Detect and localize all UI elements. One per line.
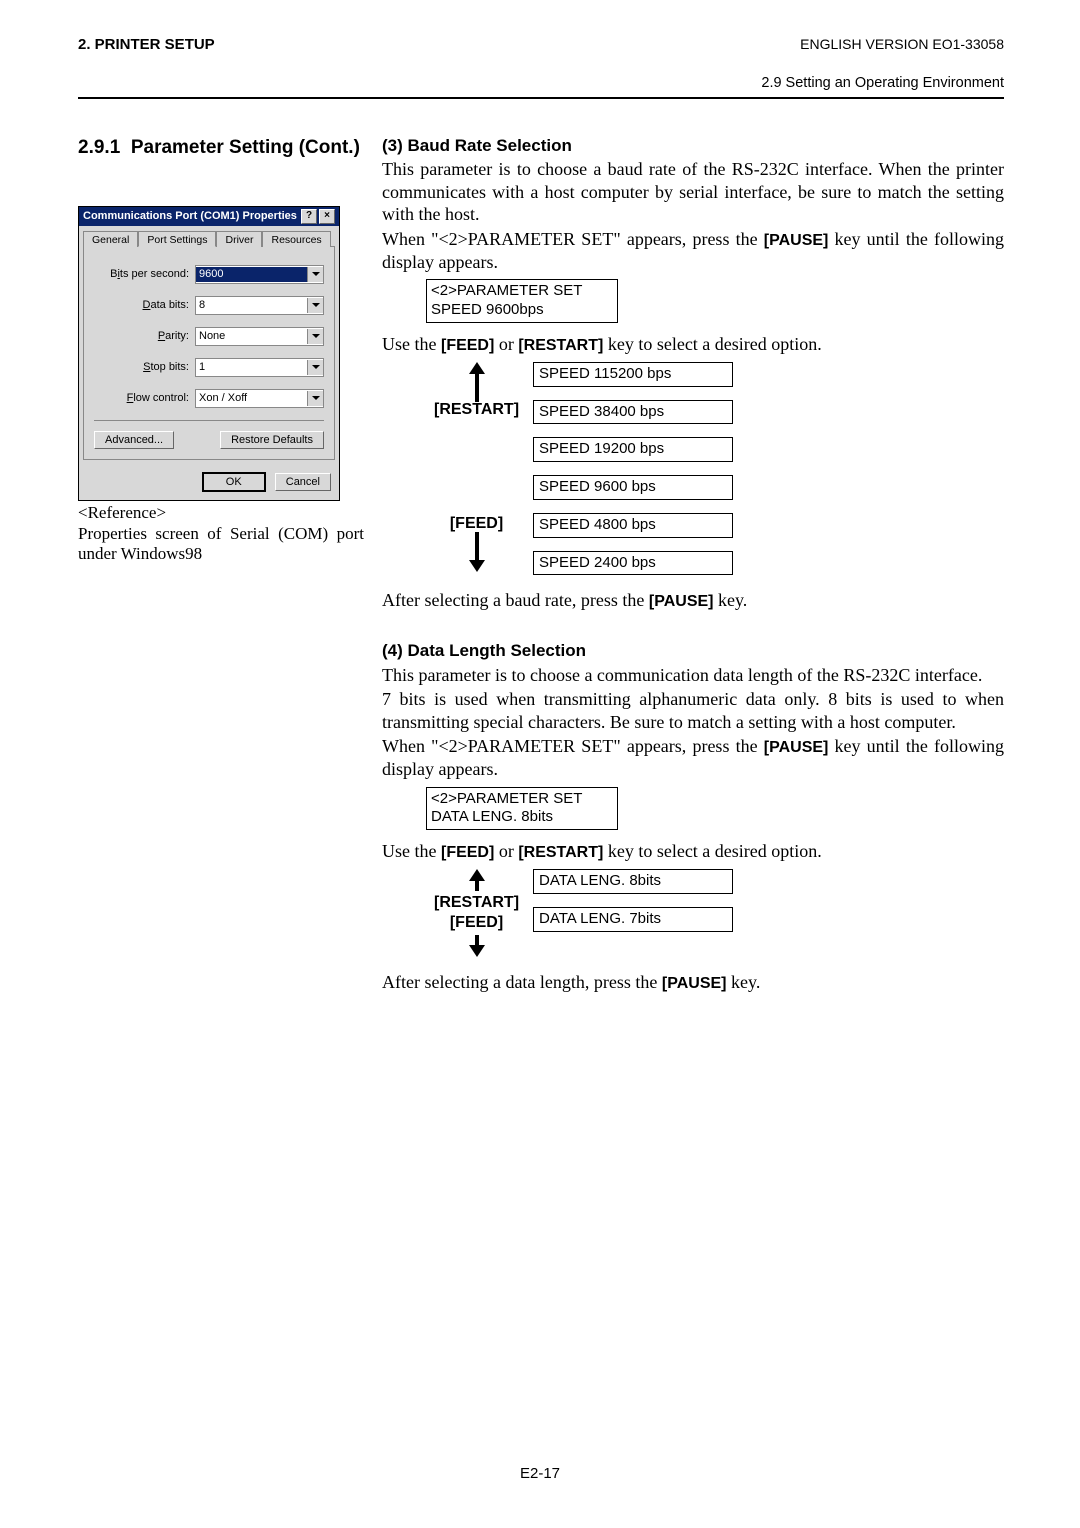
data-length-after: After selecting a data length, press the… [382, 971, 1004, 994]
page-header: 2. PRINTER SETUP ENGLISH VERSION EO1-330… [78, 36, 1004, 53]
lcd-line: SPEED 9600bps [431, 301, 613, 320]
baud-rate-p2: When "<2>PARAMETER SET" appears, press t… [382, 228, 1004, 274]
dialog-panel: Bits per second: 9600 Data bits: 8 [83, 246, 335, 460]
arrow-up-icon [467, 362, 487, 402]
baud-rate-feedrestart: Use the [FEED] or [RESTART] key to selec… [382, 333, 1004, 356]
data-length-options: [RESTART] [FEED] DATA LENG. 8bits DATA L… [434, 869, 1004, 957]
section-path: 2.9 Setting an Operating Environment [78, 75, 1004, 91]
baud-rate-p1: This parameter is to choose a baud rate … [382, 158, 1004, 226]
value-stop-bits: 1 [196, 360, 307, 375]
help-icon[interactable]: ? [301, 209, 317, 224]
arrow-up-icon [467, 869, 487, 891]
select-parity[interactable]: None [195, 327, 324, 346]
option-item: DATA LENG. 7bits [533, 907, 733, 932]
section-title-text: Parameter Setting (Cont.) [131, 137, 360, 158]
feed-label: [FEED] [450, 915, 503, 931]
data-length-option-list: DATA LENG. 8bits DATA LENG. 7bits [533, 869, 733, 932]
value-parity: None [196, 329, 307, 344]
restore-defaults-button[interactable]: Restore Defaults [220, 431, 324, 449]
data-length-lcd: <2>PARAMETER SET DATA LENG. 8bits [426, 787, 618, 831]
select-stop-bits[interactable]: 1 [195, 358, 324, 377]
dialog-bottom-buttons: OK Cancel [79, 464, 339, 500]
nav-arrows: [RESTART] [FEED] [434, 869, 519, 957]
chapter-title: 2. PRINTER SETUP [78, 36, 215, 53]
select-bps[interactable]: 9600 [195, 265, 324, 284]
ok-button[interactable]: OK [202, 472, 266, 492]
dialog-mid-buttons: Advanced... Restore Defaults [94, 431, 324, 449]
restart-label: [RESTART] [434, 895, 519, 911]
close-icon[interactable]: × [319, 209, 335, 224]
baud-option-list: SPEED 115200 bps SPEED 38400 bps SPEED 1… [533, 362, 733, 576]
label-data-bits: Data bits: [94, 299, 195, 311]
right-column: (3) Baud Rate Selection This parameter i… [382, 135, 1004, 996]
data-length-p1: This parameter is to choose a communicat… [382, 664, 1004, 687]
arrow-down-icon [467, 532, 487, 572]
section-number-title: 2.9.1 Parameter Setting (Cont.) [78, 135, 364, 162]
select-data-bits[interactable]: 8 [195, 296, 324, 315]
label-stop-bits: Stop bits: [94, 361, 195, 373]
chevron-down-icon[interactable] [307, 329, 323, 344]
data-length-feedrestart: Use the [FEED] or [RESTART] key to selec… [382, 840, 1004, 863]
arrow-down-icon [467, 935, 487, 957]
cancel-button[interactable]: Cancel [275, 473, 331, 491]
tab-resources[interactable]: Resources [262, 231, 330, 247]
option-item: SPEED 4800 bps [533, 513, 733, 538]
option-item: SPEED 19200 bps [533, 437, 733, 462]
field-bps: Bits per second: 9600 [94, 265, 324, 284]
dialog-title: Communications Port (COM1) Properties [83, 210, 297, 222]
baud-rate-options: [RESTART] [FEED] SPEED 115200 bps SPEED … [434, 362, 1004, 576]
page: 2. PRINTER SETUP ENGLISH VERSION EO1-330… [0, 0, 1080, 1528]
data-length-title: (4) Data Length Selection [382, 640, 1004, 661]
nav-arrows: [RESTART] [FEED] [434, 362, 519, 572]
baud-rate-lcd: <2>PARAMETER SET SPEED 9600bps [426, 279, 618, 323]
value-bps: 9600 [196, 267, 307, 282]
select-flow-control[interactable]: Xon / Xoff [195, 389, 324, 408]
section-number: 2.9.1 [78, 137, 120, 158]
dialog-separator [94, 420, 324, 421]
option-item: SPEED 115200 bps [533, 362, 733, 387]
chevron-down-icon[interactable] [307, 267, 323, 282]
body: 2.9.1 Parameter Setting (Cont.) Communic… [78, 135, 1004, 996]
option-item: SPEED 38400 bps [533, 400, 733, 425]
field-stop-bits: Stop bits: 1 [94, 358, 324, 377]
com-port-dialog: Communications Port (COM1) Properties ? … [78, 206, 340, 501]
document-id: ENGLISH VERSION EO1-33058 [800, 36, 1004, 52]
advanced-button[interactable]: Advanced... [94, 431, 174, 449]
lcd-line: <2>PARAMETER SET [431, 282, 613, 301]
dialog-tabstrip: General Port Settings Driver Resources [83, 230, 335, 246]
baud-rate-after: After selecting a baud rate, press the [… [382, 589, 1004, 612]
left-column: 2.9.1 Parameter Setting (Cont.) Communic… [78, 135, 364, 996]
label-flow-control: Flow control: [94, 392, 195, 404]
page-number: E2-17 [0, 1465, 1080, 1482]
feed-label: [FEED] [450, 516, 503, 532]
reference-label: <Reference> [78, 503, 364, 523]
option-item: SPEED 9600 bps [533, 475, 733, 500]
field-data-bits: Data bits: 8 [94, 296, 324, 315]
lcd-line: DATA LENG. 8bits [431, 808, 613, 827]
field-flow-control: Flow control: Xon / Xoff [94, 389, 324, 408]
option-item: DATA LENG. 8bits [533, 869, 733, 894]
reference-text: Properties screen of Serial (COM) port u… [78, 524, 364, 563]
tab-driver[interactable]: Driver [216, 231, 262, 247]
chevron-down-icon[interactable] [307, 360, 323, 375]
data-length-p3: When "<2>PARAMETER SET" appears, press t… [382, 735, 1004, 781]
label-bps: Bits per second: [94, 268, 195, 280]
option-item: SPEED 2400 bps [533, 551, 733, 576]
value-flow-control: Xon / Xoff [196, 391, 307, 406]
field-parity: Parity: None [94, 327, 324, 346]
tab-general[interactable]: General [83, 231, 138, 247]
chevron-down-icon[interactable] [307, 298, 323, 313]
header-rule [78, 97, 1004, 99]
dialog-titlebar: Communications Port (COM1) Properties ? … [79, 207, 339, 226]
value-data-bits: 8 [196, 298, 307, 313]
lcd-line: <2>PARAMETER SET [431, 790, 613, 809]
tab-port-settings[interactable]: Port Settings [138, 231, 216, 247]
baud-rate-title: (3) Baud Rate Selection [382, 135, 1004, 156]
restart-label: [RESTART] [434, 402, 519, 418]
titlebar-buttons: ? × [301, 209, 335, 224]
label-parity: Parity: [94, 330, 195, 342]
data-length-p2: 7 bits is used when transmitting alphanu… [382, 688, 1004, 733]
chevron-down-icon[interactable] [307, 391, 323, 406]
